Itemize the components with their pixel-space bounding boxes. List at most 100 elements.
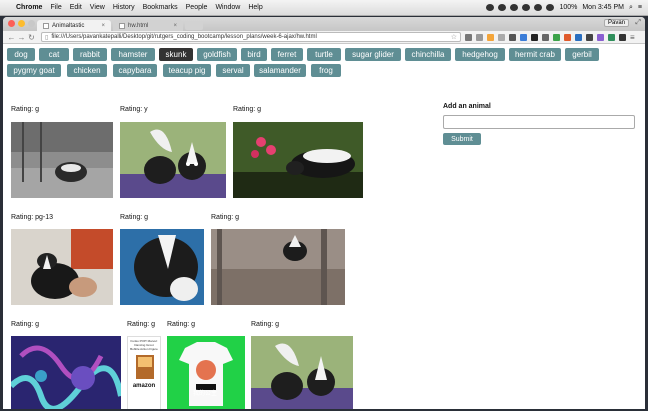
menu-view[interactable]: View [90, 4, 105, 11]
animal-button-gerbil[interactable]: gerbil [565, 48, 599, 61]
tab-strip: Animaltastic × hw.html × Pavan ⤢ [3, 17, 645, 31]
skunk-photo-gif[interactable] [11, 122, 113, 198]
page-favicon-icon [43, 22, 49, 29]
extension-icon[interactable] [564, 33, 571, 41]
gif-rating: Rating: y [120, 106, 148, 113]
animal-button-turtle[interactable]: turtle [307, 48, 341, 61]
extension-icon[interactable] [597, 33, 604, 41]
animal-button-frog[interactable]: frog [311, 64, 341, 77]
animal-button-ferret[interactable]: ferret [271, 48, 303, 61]
extension-icon[interactable] [619, 33, 626, 41]
forward-arrow-icon[interactable]: → [17, 33, 26, 42]
list-icon[interactable]: ≡ [638, 4, 642, 11]
menu-bookmarks[interactable]: Bookmarks [143, 4, 178, 11]
menu-window[interactable]: Window [215, 4, 240, 11]
page-content: dog cat rabbit hamster skunk goldfish bi… [3, 44, 645, 409]
profile-button[interactable]: Pavan [603, 19, 629, 27]
volume-icon[interactable] [546, 4, 555, 11]
tray-icon[interactable] [486, 4, 495, 11]
green-tshirt-gif[interactable]: 我的公主 [167, 336, 245, 409]
close-window-button[interactable] [8, 20, 15, 27]
animal-button-goldfish[interactable]: goldfish [197, 48, 237, 61]
animal-button-capybara[interactable]: capybara [113, 64, 157, 77]
animal-button-skunk[interactable]: skunk [159, 48, 193, 61]
extension-icon[interactable] [487, 33, 494, 41]
animal-button-hamster[interactable]: hamster [111, 48, 155, 61]
menu-history[interactable]: History [113, 4, 135, 11]
browser-toolbar: ← → ↻ ▯ file:///Users/pavankatepalli/Des… [3, 31, 645, 44]
wifi-icon[interactable] [534, 4, 543, 11]
extension-icon[interactable] [586, 33, 593, 41]
gif-rating: Rating: g [211, 214, 240, 221]
minimize-window-button[interactable] [18, 20, 25, 27]
bookmark-star-icon[interactable]: ☆ [451, 33, 457, 41]
add-animal-form: Add an animal Submit [443, 103, 639, 145]
tshirt-caption: 我的公主 [193, 391, 218, 397]
tray-icon[interactable] [522, 4, 531, 11]
skunk-flowers-gif[interactable] [233, 122, 363, 198]
menu-file[interactable]: File [50, 4, 61, 11]
gif-rating: Rating: g [251, 321, 280, 328]
tray-icon[interactable] [510, 4, 519, 11]
tab-animaltastic[interactable]: Animaltastic × [37, 20, 111, 31]
extension-icon[interactable] [531, 33, 538, 41]
animal-button-salamander[interactable]: salamander [254, 64, 306, 77]
url-text: file:///Users/pavankatepalli/Desktop/git… [51, 34, 317, 40]
menu-edit[interactable]: Edit [70, 4, 82, 11]
octopus-art-gif[interactable] [11, 336, 121, 409]
skunk-cartoon-gif[interactable] [120, 122, 226, 198]
menu-app-name[interactable]: Chrome [16, 4, 42, 11]
animal-button-chicken[interactable]: chicken [67, 64, 107, 77]
extension-icon[interactable] [498, 33, 505, 41]
close-tab-icon[interactable]: × [101, 23, 105, 29]
animal-input[interactable] [443, 115, 635, 129]
extension-icon[interactable] [542, 33, 549, 41]
skunk-closeup-gif[interactable] [120, 229, 204, 305]
animal-button-hedgehog[interactable]: hedgehog [455, 48, 505, 61]
zoom-window-button[interactable] [28, 20, 35, 27]
tab-hw-html[interactable]: hw.html × [113, 20, 183, 31]
animal-button-dog[interactable]: dog [7, 48, 35, 61]
mac-menu-bar: Chrome File Edit View History Bookmarks … [0, 0, 648, 16]
extension-icon[interactable] [553, 33, 560, 41]
animal-button-bird[interactable]: bird [241, 48, 267, 61]
fullscreen-icon[interactable]: ⤢ [635, 19, 641, 27]
extension-icon[interactable] [509, 33, 516, 41]
animal-button-chinchilla[interactable]: chinchilla [405, 48, 451, 61]
back-arrow-icon[interactable]: ← [7, 33, 16, 42]
gif-rating: Rating: g [233, 106, 262, 113]
extension-icon[interactable] [520, 33, 527, 41]
animal-button-rabbit[interactable]: rabbit [73, 48, 107, 61]
animal-button-pygmy-goat[interactable]: pygmy goat [7, 64, 61, 77]
skunk-cartoon-2-gif[interactable] [251, 336, 353, 409]
search-icon[interactable]: ⌕ [629, 4, 633, 12]
skunk-forest-gif[interactable] [211, 229, 345, 305]
submit-button[interactable]: Submit [443, 133, 481, 145]
extension-icon[interactable] [575, 33, 582, 41]
animal-button-serval[interactable]: serval [216, 64, 250, 77]
page-icon: ▯ [45, 34, 49, 41]
tray-icon[interactable] [498, 4, 507, 11]
animal-button-hermit-crab[interactable]: hermit crab [509, 48, 561, 61]
amazon-product-gif[interactable]: Funko POP! Marvel: Dancing Groot Bobble … [127, 336, 161, 409]
amazon-logo: amazon [132, 383, 156, 389]
skunk-held-gif[interactable] [11, 229, 113, 305]
menu-people[interactable]: People [186, 4, 208, 11]
extension-icon[interactable] [465, 33, 472, 41]
clock[interactable]: Mon 3:45 PM [582, 4, 624, 11]
close-tab-icon[interactable]: × [173, 23, 177, 29]
new-tab-button[interactable] [185, 21, 203, 30]
menu-help[interactable]: Help [248, 4, 262, 11]
extension-icon[interactable] [476, 33, 483, 41]
battery-percent[interactable]: 100% [559, 4, 577, 11]
extension-icon[interactable] [608, 33, 615, 41]
gif-rating: Rating: g [11, 321, 40, 328]
window-controls [8, 20, 38, 27]
reload-icon[interactable]: ↻ [27, 33, 36, 42]
address-bar[interactable]: ▯ file:///Users/pavankatepalli/Desktop/g… [41, 32, 461, 42]
chrome-menu-icon[interactable]: ≡ [630, 33, 635, 42]
animal-button-teacup-pig[interactable]: teacup pig [163, 64, 211, 77]
animal-button-cat[interactable]: cat [39, 48, 69, 61]
animal-button-sugar-glider[interactable]: sugar glider [345, 48, 401, 61]
add-animal-label: Add an animal [443, 103, 491, 110]
